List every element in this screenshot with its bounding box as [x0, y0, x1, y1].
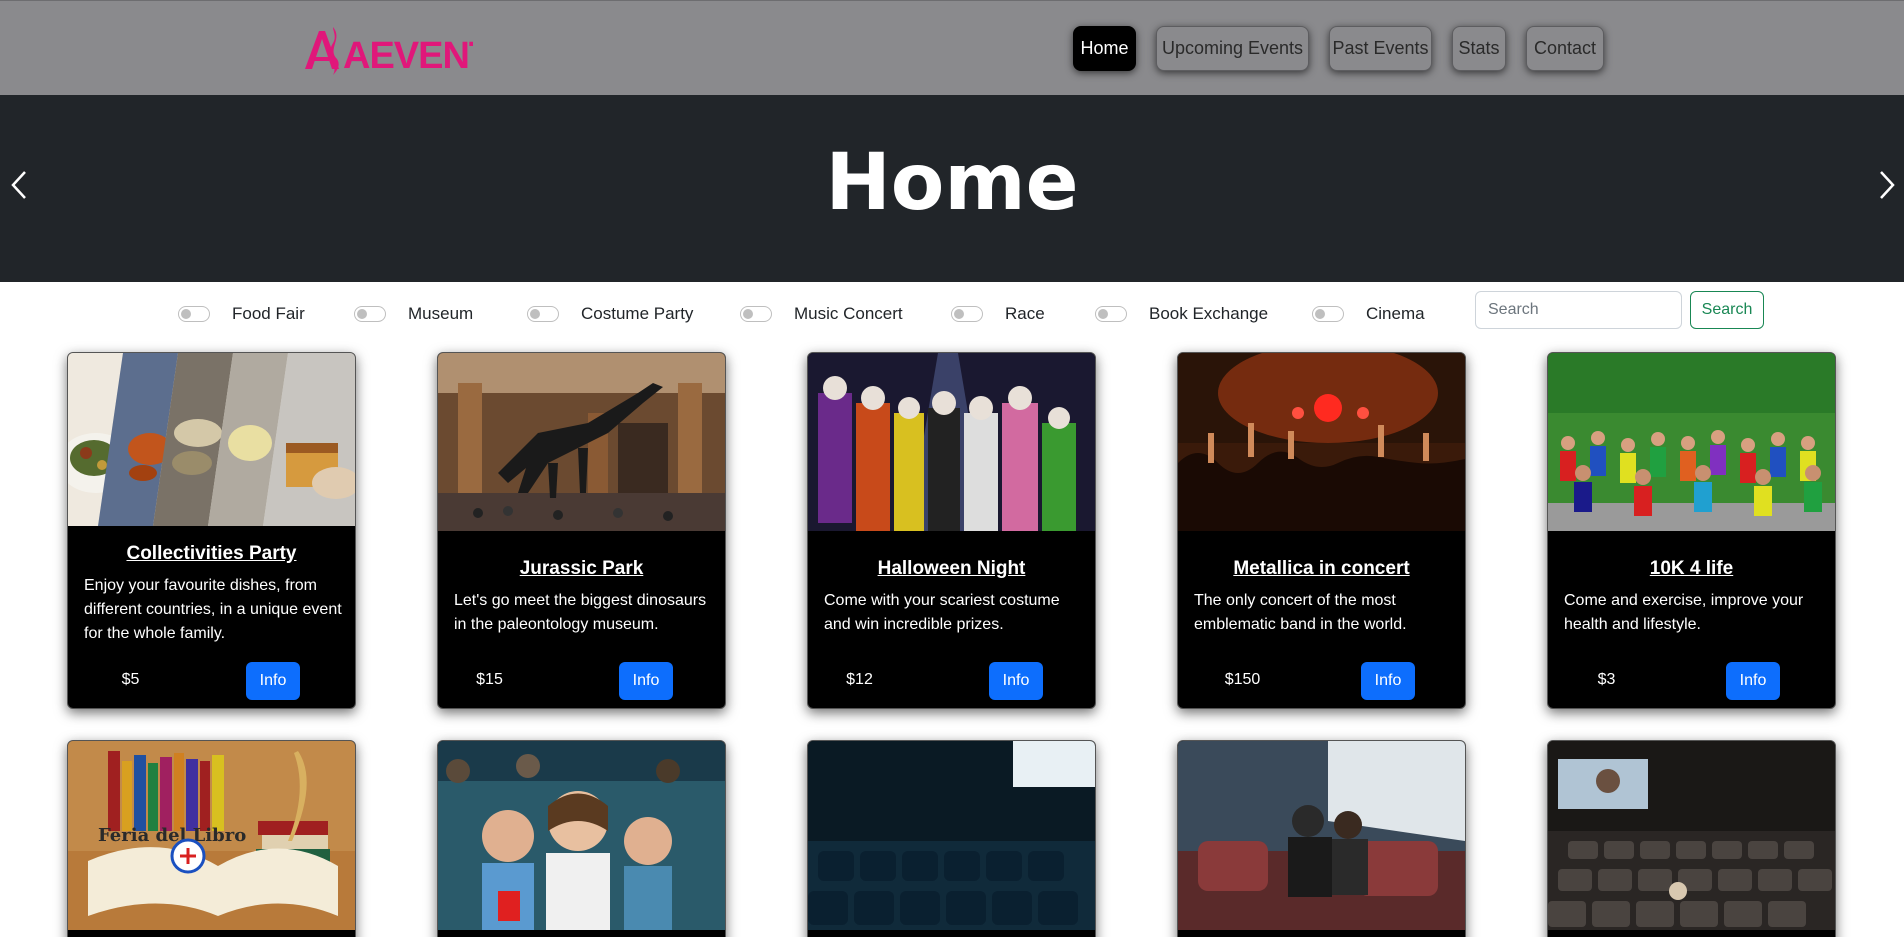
brand-logo[interactable]: AEVENTS	[303, 25, 473, 75]
card-description: Let's go meet the biggest dinosaurs in t…	[454, 592, 707, 633]
cinema-audience-image	[438, 741, 725, 930]
brand-logo-text: AEVENTS	[343, 35, 473, 75]
search-button[interactable]: Search	[1690, 291, 1764, 329]
book-fair-image: Feria del Libro	[68, 741, 355, 930]
filter-label: Cinema	[1366, 304, 1425, 323]
filter-music-concert[interactable]: Music Concert	[740, 299, 903, 329]
card-title[interactable]: 10K 4 life	[1548, 558, 1835, 580]
info-button[interactable]: Info	[1361, 662, 1415, 700]
museum-switch[interactable]	[354, 306, 386, 322]
nav-home[interactable]: Home	[1073, 26, 1136, 71]
concert-image	[1178, 353, 1465, 531]
filter-bar: Food Fair Museum Costume Party Music Con…	[0, 282, 1904, 352]
filter-cinema[interactable]: Cinema	[1312, 299, 1425, 329]
museum-image	[438, 353, 725, 531]
halloween-image	[808, 353, 1095, 531]
top-navbar: AEVENTS Home Upcoming Events Past Events…	[0, 0, 1904, 95]
filter-label: Costume Party	[581, 304, 694, 323]
nav-past-events[interactable]: Past Events	[1329, 26, 1432, 71]
nav-contact[interactable]: Contact	[1526, 26, 1604, 71]
card-price: $150	[1224, 671, 1261, 688]
card-price: $15	[476, 671, 503, 688]
event-card: Metallica in concert The only concert of…	[1177, 352, 1466, 709]
cinema-hall-image	[1548, 741, 1835, 930]
filter-costume-party[interactable]: Costume Party	[527, 299, 693, 329]
book-fair-text: Feria del Libro	[98, 825, 246, 846]
race-switch[interactable]	[951, 306, 983, 322]
event-card	[1547, 740, 1836, 937]
filter-book-exchange[interactable]: Book Exchange	[1095, 299, 1268, 329]
card-title[interactable]: Halloween Night	[808, 558, 1095, 580]
card-description: The only concert of the most emblematic …	[1194, 592, 1407, 633]
food-fair-image	[68, 353, 355, 526]
filter-race[interactable]: Race	[951, 299, 1045, 329]
main-nav: Home Upcoming Events Past Events Stats C…	[1073, 26, 1604, 71]
costume-party-switch[interactable]	[527, 306, 559, 322]
carousel-next-button[interactable]	[1872, 165, 1902, 205]
card-description: Come with your scariest costume and win …	[824, 592, 1060, 633]
race-image	[1548, 353, 1835, 531]
filter-label: Book Exchange	[1149, 304, 1269, 323]
brand-logo-mark: AEVENTS	[305, 27, 473, 75]
info-button[interactable]: Info	[1726, 662, 1780, 700]
filter-food-fair[interactable]: Food Fair	[178, 299, 305, 329]
event-card: Feria del Libro	[67, 740, 356, 937]
info-button[interactable]: Info	[989, 662, 1043, 700]
event-card	[807, 740, 1096, 937]
event-card	[437, 740, 726, 937]
page-title: Home	[825, 138, 1079, 228]
card-price: $3	[1597, 671, 1616, 688]
search-input[interactable]	[1475, 291, 1682, 329]
nav-stats[interactable]: Stats	[1452, 26, 1506, 71]
filter-label: Race	[1005, 304, 1045, 323]
filter-label: Museum	[408, 304, 474, 323]
info-button[interactable]: Info	[619, 662, 673, 700]
card-title[interactable]: Jurassic Park	[438, 558, 725, 580]
card-description: Enjoy your favourite dishes, from differ…	[84, 577, 342, 642]
chevron-right-icon	[1880, 171, 1895, 199]
filter-label: Food Fair	[232, 304, 305, 323]
event-card	[1177, 740, 1466, 937]
card-title[interactable]: Collectivities Party	[68, 543, 355, 565]
music-concert-switch[interactable]	[740, 306, 772, 322]
info-button[interactable]: Info	[246, 662, 300, 700]
event-card: Collectivities Party Enjoy your favourit…	[67, 352, 356, 709]
event-card: Jurassic Park Let's go meet the biggest …	[437, 352, 726, 709]
cinema-couple-image	[1178, 741, 1465, 930]
hero-carousel: Home	[0, 95, 1904, 282]
cinema-dark-hall-image	[808, 741, 1095, 930]
food-fair-switch[interactable]	[178, 306, 210, 322]
cinema-switch[interactable]	[1312, 306, 1344, 322]
filter-museum[interactable]: Museum	[354, 299, 473, 329]
card-description: Come and exercise, improve your health a…	[1564, 592, 1804, 633]
card-title[interactable]: Metallica in concert	[1178, 558, 1465, 580]
card-price: $5	[121, 671, 140, 688]
filter-label: Music Concert	[794, 304, 903, 323]
event-card: Halloween Night Come with your scariest …	[807, 352, 1096, 709]
event-card: 10K 4 life Come and exercise, improve yo…	[1547, 352, 1836, 709]
book-exchange-switch[interactable]	[1095, 306, 1127, 322]
nav-upcoming-events[interactable]: Upcoming Events	[1156, 26, 1309, 71]
card-price: $12	[846, 671, 873, 688]
